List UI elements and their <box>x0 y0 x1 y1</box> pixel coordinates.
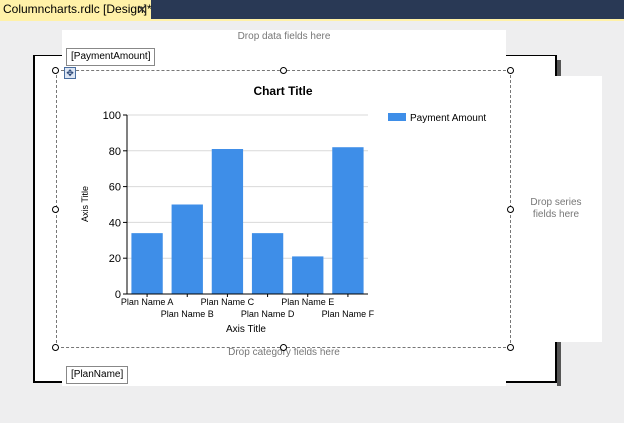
bar-plan-name-d[interactable] <box>251 233 284 294</box>
resize-handle-right[interactable] <box>507 206 514 213</box>
y-tick-label: 40 <box>109 217 121 229</box>
y-tick-label: 100 <box>103 110 121 122</box>
tab-label: Columncharts.rdlc [Design]* <box>3 2 152 16</box>
document-tab-bar: Columncharts.rdlc [Design]* ✕ <box>0 0 624 20</box>
legend-label-payment-amount: Payment Amount <box>410 113 486 124</box>
chart-title[interactable]: Chart Title <box>253 84 312 98</box>
bars <box>131 147 364 295</box>
x-tick-label: Plan Name E <box>281 297 334 307</box>
resize-handle-top-right[interactable] <box>507 67 514 74</box>
bar-plan-name-a[interactable] <box>131 233 163 294</box>
chart-area[interactable]: Chart Title 0 20 40 60 80 100 Plan Name A Plan … <box>56 70 511 348</box>
tab-columncharts-design[interactable]: Columncharts.rdlc [Design]* ✕ <box>0 0 152 20</box>
bar-plan-name-f[interactable] <box>332 147 364 294</box>
resize-handle-left[interactable] <box>52 206 59 213</box>
bar-plan-name-b[interactable] <box>171 204 203 295</box>
bar-plan-name-c[interactable] <box>211 149 244 294</box>
gridlines <box>127 114 368 259</box>
x-tick-label: Plan Name C <box>201 297 255 307</box>
x-tick-label: Plan Name F <box>322 309 375 319</box>
data-zone-hint: Drop data fields here <box>237 31 331 42</box>
column-chart[interactable]: Chart Title 020406080100Plan Name APlan … <box>57 71 510 347</box>
data-field-payment-amount[interactable]: [PaymentAmount] <box>66 48 156 66</box>
resize-handle-bottom-left[interactable] <box>52 344 59 351</box>
x-axis-title[interactable]: Axis Title <box>226 324 266 335</box>
resize-handle-top[interactable] <box>280 67 287 74</box>
y-tick-label: 20 <box>109 253 121 265</box>
legend-swatch-payment-amount <box>388 113 406 121</box>
y-tick-label: 80 <box>109 146 121 158</box>
series-fields-drop-zone[interactable]: Drop series fields here <box>510 76 602 342</box>
x-tick-label: Plan Name A <box>121 297 174 307</box>
resize-handle-bottom-right[interactable] <box>507 344 514 351</box>
resize-handle-bottom[interactable] <box>280 344 287 351</box>
x-tick-label: Plan Name D <box>241 309 295 319</box>
resize-handle-top-left[interactable] <box>52 67 59 74</box>
bar-plan-name-e[interactable] <box>292 256 324 294</box>
chart-legend[interactable]: Payment Amount <box>388 113 486 124</box>
series-zone-hint: Drop series fields here <box>530 197 582 220</box>
move-icon[interactable]: ✥ <box>64 67 76 79</box>
close-icon[interactable]: ✕ <box>135 2 149 18</box>
category-field-plan-name[interactable]: [PlanName] <box>66 366 129 384</box>
y-axis-title[interactable]: Axis Title <box>80 186 90 222</box>
y-tick-label: 60 <box>109 182 121 194</box>
x-tick-label: Plan Name B <box>161 309 214 319</box>
